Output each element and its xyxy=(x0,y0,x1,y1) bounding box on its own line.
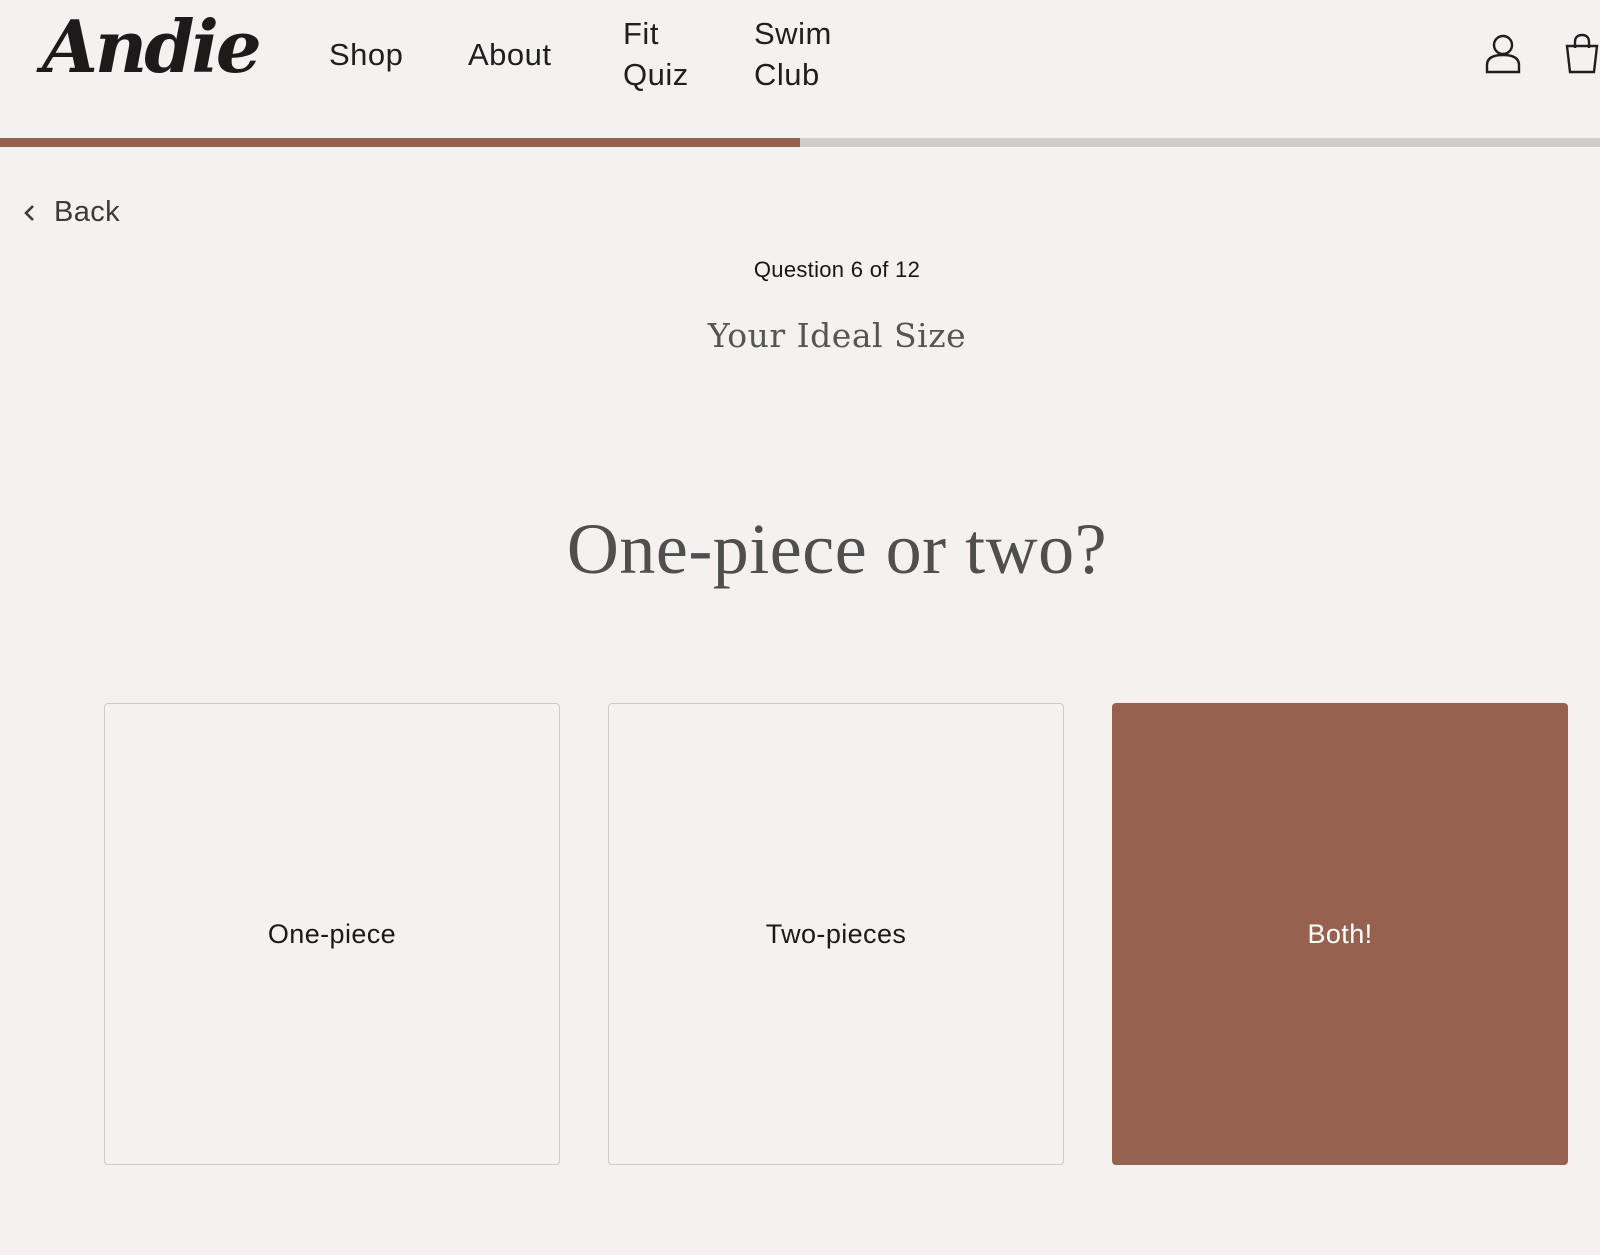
site-header: Andie Shop About Fit Quiz Swim Club xyxy=(0,0,1600,137)
andie-logo[interactable]: Andie xyxy=(42,2,262,92)
option-one-piece[interactable]: One-piece xyxy=(104,703,560,1165)
nav-fit-quiz-line2: Quiz xyxy=(623,57,689,92)
back-button[interactable]: Back xyxy=(20,196,120,229)
nav-about[interactable]: About xyxy=(468,34,552,75)
nav-shop-label: Shop xyxy=(329,37,404,72)
nav-swim-club[interactable]: Swim Club xyxy=(754,13,854,95)
question-counter: Question 6 of 12 xyxy=(753,257,921,282)
nav-shop[interactable]: Shop xyxy=(329,34,403,75)
nav-swim-club-line2: Club xyxy=(754,57,820,92)
option-label: Both! xyxy=(1307,918,1373,949)
section-title: Your Ideal Size xyxy=(707,316,967,355)
option-label: Two-pieces xyxy=(765,918,907,949)
nav-about-label: About xyxy=(468,37,552,72)
quiz-progress-fill xyxy=(0,138,800,147)
nav-fit-quiz-line1: Fit xyxy=(623,16,659,51)
chevron-left-icon xyxy=(24,204,34,221)
shopping-bag-icon[interactable] xyxy=(1562,32,1600,76)
question-title: One-piece or two? xyxy=(566,509,1108,589)
back-label: Back xyxy=(54,196,121,228)
quiz-progress-bar xyxy=(0,138,1600,147)
option-two-pieces[interactable]: Two-pieces xyxy=(608,703,1064,1165)
option-both[interactable]: Both! xyxy=(1112,703,1568,1165)
nav-fit-quiz[interactable]: Fit Quiz xyxy=(623,13,713,95)
option-label: One-piece xyxy=(267,918,397,949)
account-icon[interactable] xyxy=(1483,32,1523,76)
nav-swim-club-line1: Swim xyxy=(754,16,832,51)
